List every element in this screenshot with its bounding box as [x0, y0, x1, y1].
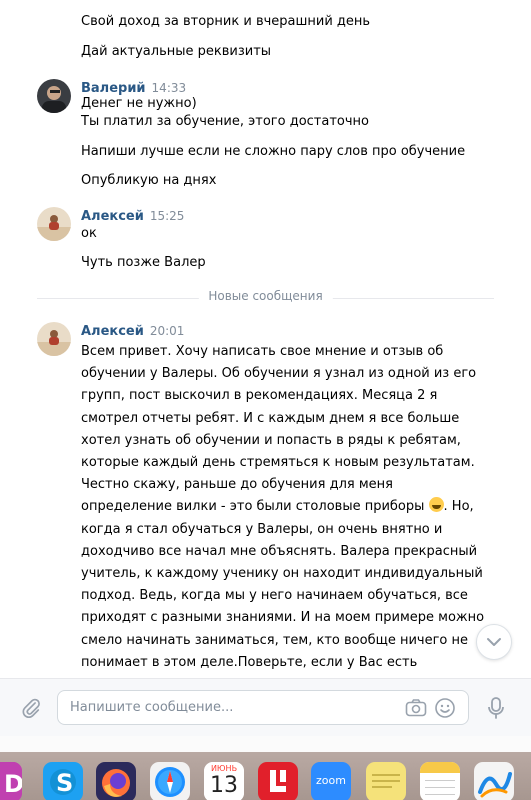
author-name[interactable]: Алексей — [81, 209, 144, 224]
safari-icon[interactable] — [150, 762, 190, 800]
message-time: 14:33 — [151, 81, 187, 95]
zoom-icon[interactable]: zoom — [311, 762, 351, 800]
avatar-alexey[interactable] — [37, 322, 71, 356]
notes-icon[interactable] — [420, 762, 460, 800]
new-messages-divider: Новые сообщения — [37, 288, 494, 308]
message-time: 20:01 — [149, 324, 185, 338]
chevron-down-icon — [487, 638, 501, 646]
firefox-icon[interactable] — [96, 762, 136, 800]
message-composer — [0, 678, 531, 736]
microphone-icon[interactable] — [486, 696, 506, 720]
message-input[interactable] — [70, 691, 390, 724]
chat-history: Свой доход за вторник и вчерашний день Д… — [0, 0, 531, 678]
laughing-emoji-icon — [428, 497, 444, 513]
divider-label: Новые сообщения — [198, 289, 333, 303]
avatar-alexey[interactable] — [37, 207, 71, 241]
message-text: Всем привет. Хочу написать свое мнение и… — [81, 341, 485, 678]
message-line: Свой доход за вторник и вчерашний день — [81, 14, 371, 29]
message-line: ок — [81, 226, 97, 241]
calendar-day: 13 — [210, 773, 238, 798]
freeform-icon[interactable] — [474, 762, 514, 800]
author-name[interactable]: Алексей — [81, 324, 144, 339]
svg-text:S: S — [56, 769, 73, 797]
macos-dock: D S ИЮНЬ 13 zoom — [0, 752, 531, 800]
zoom-label: zoom — [316, 774, 346, 787]
message-line: Опубликую на днях — [81, 173, 217, 188]
message-input-box[interactable] — [57, 690, 469, 725]
message-line: Дай актуальные реквизиты — [81, 44, 272, 59]
message-text-part: Всем привет. Хочу написать свое мнение и… — [81, 344, 477, 515]
message-line: Ты платил за обучение, этого достаточно — [81, 114, 370, 129]
app-l-icon[interactable] — [258, 762, 298, 800]
message-line: Напиши лучше если не сложно пару слов пр… — [81, 144, 466, 159]
skype-icon[interactable]: S — [43, 762, 83, 800]
avatar-valery[interactable] — [37, 79, 71, 113]
calendar-month: ИЮНЬ — [210, 764, 238, 773]
message-line: Чуть позже Валер — [81, 255, 206, 270]
paperclip-icon[interactable] — [20, 697, 42, 719]
message-line: Денег не нужно) — [81, 96, 197, 111]
calendar-icon[interactable]: ИЮНЬ 13 — [204, 762, 244, 800]
message-text-part: . Но, когда я стал обучаться у Валеры, о… — [81, 499, 485, 678]
svg-text:D: D — [4, 770, 22, 798]
app-d-icon[interactable]: D — [0, 762, 22, 800]
window-bottom-edge — [0, 736, 531, 752]
camera-icon[interactable] — [405, 698, 427, 718]
scroll-down-button[interactable] — [476, 624, 512, 660]
stickies-icon[interactable] — [366, 762, 406, 800]
message-author-alexey: Алексей 20:01 — [81, 322, 184, 341]
emoji-icon[interactable] — [434, 697, 456, 719]
message-time: 15:25 — [149, 209, 185, 223]
